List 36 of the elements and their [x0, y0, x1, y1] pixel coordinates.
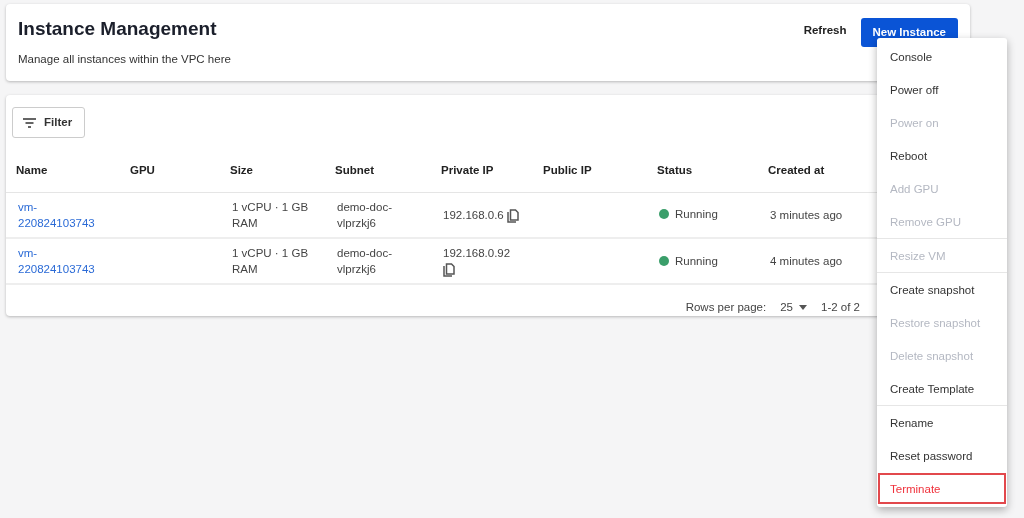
menu-item[interactable]: Power off [877, 73, 1007, 106]
menu-item[interactable]: Rename [877, 406, 1007, 439]
column-header: Size [220, 156, 325, 192]
rows-per-page-select[interactable]: 25 [780, 299, 807, 317]
menu-item[interactable]: Reboot [877, 139, 1007, 172]
size-cell: 1 vCPU · 1 GB RAM [220, 238, 325, 285]
subnet-cell: demo-doc-vlprzkj6 [325, 192, 431, 238]
subnet-cell: demo-doc-vlprzkj6 [325, 238, 431, 285]
column-header: Private IP [431, 156, 533, 192]
caret-icon [799, 305, 807, 311]
instance-link[interactable]: vm- 220824103743 [18, 198, 95, 231]
menu-item[interactable]: Create Template [877, 372, 1007, 405]
menu-item[interactable]: Terminate [877, 472, 1007, 505]
filter-button[interactable]: Filter [12, 107, 86, 139]
copy-icon[interactable] [443, 263, 455, 278]
refresh-button[interactable]: Refresh [795, 18, 855, 44]
column-header: Subnet [325, 156, 431, 192]
ip-text: 192.168.0.92 [443, 247, 511, 259]
column-header: Public IP [533, 156, 647, 192]
column-header: GPU [120, 156, 220, 192]
status-text: Running [675, 207, 718, 223]
copy-icon[interactable] [506, 208, 519, 223]
column-header: Status [647, 156, 758, 192]
column-header: Name [6, 156, 120, 192]
rows-per-page-label: Rows per page: [685, 300, 767, 316]
menu-item[interactable]: Create snapshot [877, 273, 1007, 306]
ip-text: 192.168.0.6 [443, 208, 504, 221]
status-text: Running [675, 253, 718, 269]
menu-item[interactable]: Console [877, 40, 1007, 73]
pagination-range: 1-2 of 2 [821, 300, 860, 316]
menu-item[interactable]: Reset password [877, 439, 1007, 472]
page-subtitle: Manage all instances within the VPC here [18, 51, 231, 67]
filter-icon [23, 117, 36, 128]
page-title: Instance Management [18, 18, 218, 41]
size-cell: 1 vCPU · 1 GB RAM [220, 192, 325, 238]
instance-link[interactable]: vm- 220824103743 [18, 245, 95, 278]
